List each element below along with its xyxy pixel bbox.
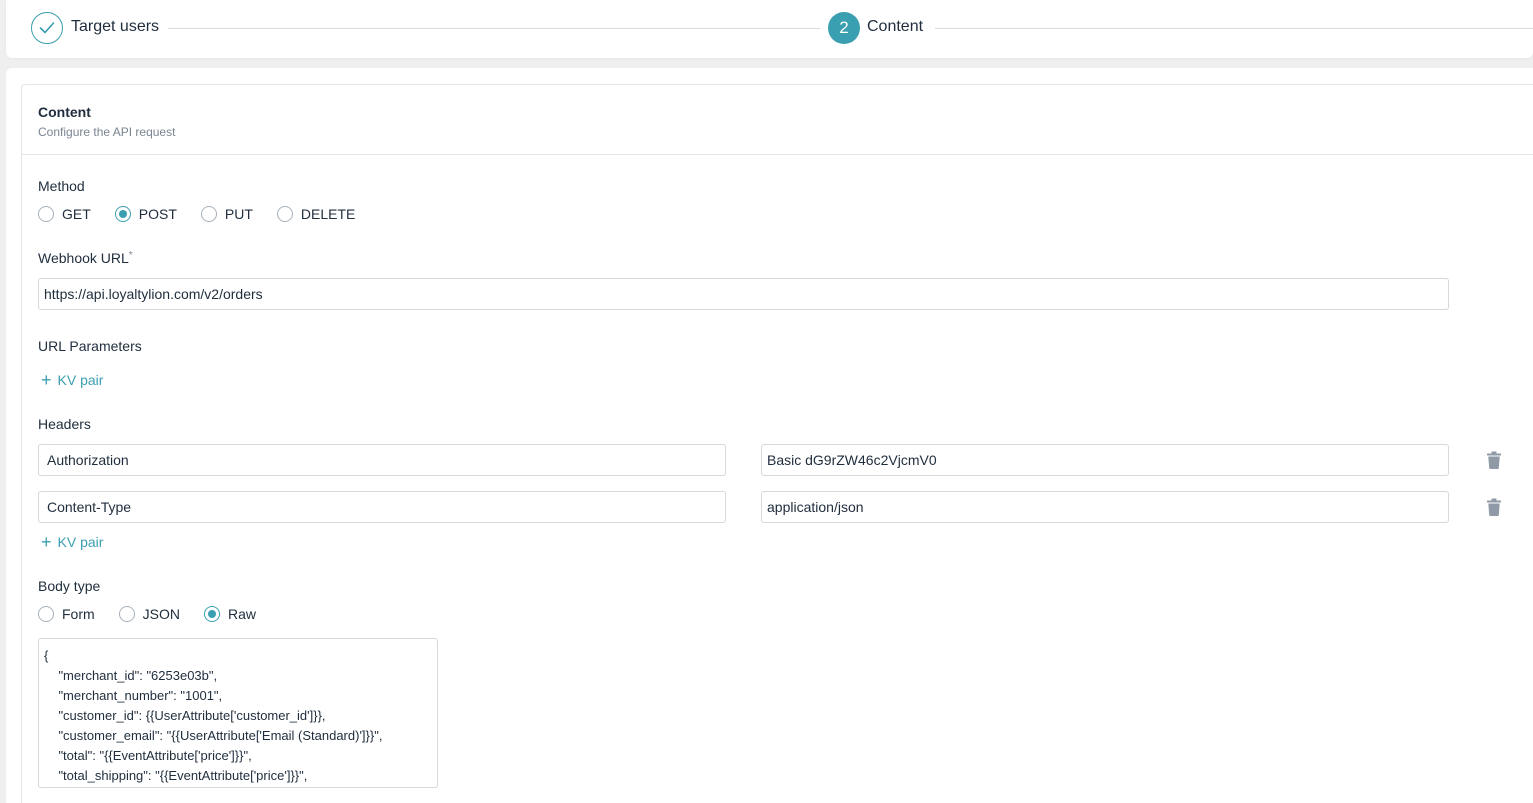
body-type-option-json[interactable]: JSON bbox=[118, 606, 181, 622]
step-content-label[interactable]: Content bbox=[867, 18, 923, 36]
content-panel: Content Configure the API request Method… bbox=[6, 68, 1533, 803]
radio-json[interactable] bbox=[118, 606, 135, 622]
wizard-stepper: Target users 2 Content bbox=[6, 0, 1533, 58]
raw-body-textarea[interactable]: { "merchant_id": "6253e03b", "merchant_n… bbox=[38, 638, 438, 788]
body-type-option-form[interactable]: Form bbox=[38, 606, 95, 622]
step-target-users-label[interactable]: Target users bbox=[71, 18, 159, 36]
body-type-label: Body type bbox=[38, 578, 101, 594]
trash-icon[interactable] bbox=[1487, 498, 1501, 516]
add-header-label: KV pair bbox=[57, 534, 104, 550]
method-post-label: POST bbox=[138, 206, 177, 222]
card-title: Content bbox=[38, 104, 91, 120]
body-type-radio-group: Form JSON Raw bbox=[38, 606, 280, 622]
method-option-post[interactable]: POST bbox=[114, 206, 177, 222]
add-url-param-button[interactable]: + KV pair bbox=[41, 370, 104, 390]
radio-raw[interactable] bbox=[204, 606, 221, 622]
content-card: Content Configure the API request Method… bbox=[21, 84, 1533, 803]
url-parameters-label: URL Parameters bbox=[38, 338, 142, 354]
header-value-input[interactable] bbox=[761, 444, 1449, 476]
radio-put[interactable] bbox=[200, 206, 217, 222]
step-completed-check-icon[interactable] bbox=[31, 12, 63, 44]
method-put-label: PUT bbox=[224, 206, 253, 222]
add-header-button[interactable]: + KV pair bbox=[41, 532, 104, 552]
add-url-param-label: KV pair bbox=[57, 372, 104, 388]
card-subtitle: Configure the API request bbox=[38, 125, 176, 139]
method-label: Method bbox=[38, 178, 85, 194]
method-option-delete[interactable]: DELETE bbox=[276, 206, 356, 222]
trash-icon[interactable] bbox=[1487, 451, 1501, 469]
webhook-url-label-text: Webhook URL bbox=[38, 250, 129, 266]
body-type-option-raw[interactable]: Raw bbox=[204, 606, 256, 622]
webhook-url-label: Webhook URL* bbox=[38, 250, 133, 266]
headers-label: Headers bbox=[38, 416, 91, 432]
method-radio-group: GET POST PUT DELETE bbox=[38, 206, 379, 222]
card-header: Content Configure the API request bbox=[22, 85, 1533, 155]
step-connector bbox=[168, 28, 820, 29]
radio-get[interactable] bbox=[38, 206, 54, 222]
step-number-badge[interactable]: 2 bbox=[828, 12, 860, 44]
header-key-input[interactable] bbox=[38, 444, 726, 476]
method-option-get[interactable]: GET bbox=[38, 206, 91, 222]
method-get-label: GET bbox=[62, 206, 91, 222]
body-type-form-label: Form bbox=[62, 606, 95, 622]
plus-icon: + bbox=[41, 370, 52, 390]
webhook-url-input[interactable] bbox=[38, 278, 1449, 310]
plus-icon: + bbox=[41, 532, 52, 552]
header-value-input[interactable] bbox=[761, 491, 1449, 523]
radio-delete[interactable] bbox=[276, 206, 293, 222]
required-mark: * bbox=[128, 250, 133, 261]
radio-post[interactable] bbox=[114, 206, 131, 222]
radio-form[interactable] bbox=[38, 606, 54, 622]
method-option-put[interactable]: PUT bbox=[200, 206, 253, 222]
header-key-input[interactable] bbox=[38, 491, 726, 523]
method-delete-label: DELETE bbox=[300, 206, 356, 222]
check-icon bbox=[39, 22, 55, 34]
step-connector bbox=[935, 28, 1533, 29]
body-type-json-label: JSON bbox=[142, 606, 181, 622]
body-type-raw-label: Raw bbox=[228, 606, 257, 622]
